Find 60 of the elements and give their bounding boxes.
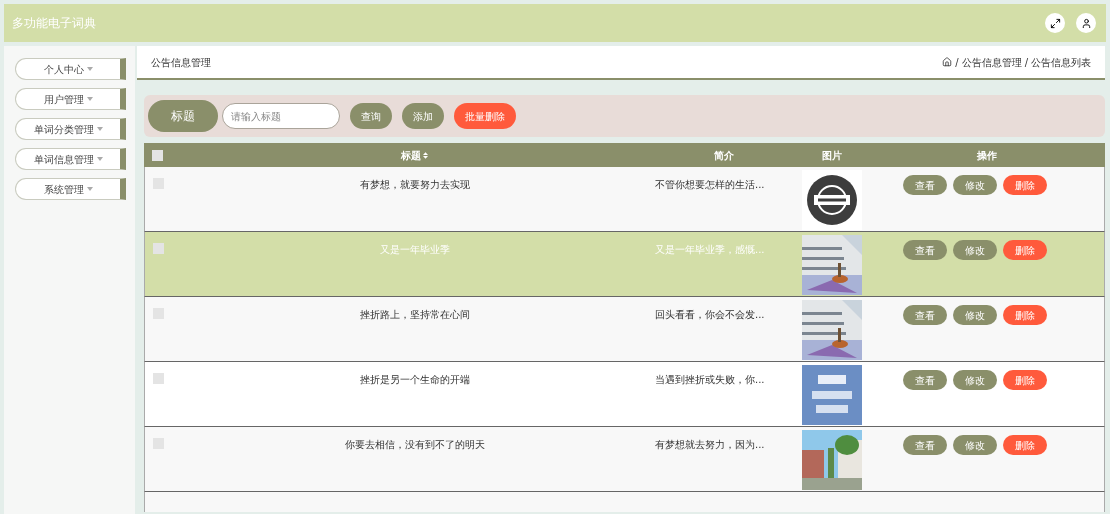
delete-button[interactable]: 删除 xyxy=(1003,435,1047,455)
sidebar-item[interactable]: 个人中心 xyxy=(15,58,126,80)
home-icon[interactable] xyxy=(942,57,953,67)
sidebar-item[interactable]: 系统管理 xyxy=(15,178,126,200)
column-header: 简介 xyxy=(714,148,734,163)
action-button[interactable]: 修改 xyxy=(953,370,997,390)
table-row[interactable]: 有梦想，就要努力去实现 不管你想要怎样的生活... 查看 修改 删除 xyxy=(144,167,1105,232)
caret-icon xyxy=(86,67,93,71)
action-button[interactable]: 查看 xyxy=(903,435,947,455)
breadcrumb-separator: / xyxy=(955,55,959,70)
action-button[interactable]: 修改 xyxy=(953,240,997,260)
batch-delete-button[interactable]: 批量删除 xyxy=(454,103,516,129)
breadcrumb-separator: / xyxy=(1024,55,1028,70)
table-row[interactable]: 你要去相信，没有到不了的明天 有梦想就去努力，因为... 查看 修改 删除 xyxy=(144,427,1105,492)
search-label: 标题 xyxy=(148,100,218,132)
action-button[interactable]: 查看 xyxy=(903,240,947,260)
checkbox[interactable] xyxy=(153,373,164,384)
sort-icon[interactable] xyxy=(422,151,428,159)
sidebar-item[interactable]: 用户管理 xyxy=(15,88,126,110)
column-header: 操作 xyxy=(977,148,997,163)
table-cell-text: 不管你想要怎样的生活... xyxy=(655,178,766,192)
delete-button[interactable]: 删除 xyxy=(1003,175,1047,195)
action-button[interactable]: 查看 xyxy=(903,370,947,390)
delete-button[interactable]: 删除 xyxy=(1003,240,1047,260)
action-button[interactable]: 查看 xyxy=(903,175,947,195)
search-action-button[interactable]: 查询 xyxy=(350,103,392,129)
caret-icon xyxy=(86,97,93,101)
checkbox[interactable] xyxy=(152,149,163,161)
caret-icon xyxy=(86,187,93,191)
table-row[interactable]: 挫折是另一个生命的开端 当遇到挫折或失败，你... 查看 修改 删除 xyxy=(144,362,1105,427)
table-cell-text: 有梦想就去努力，因为... xyxy=(655,438,766,452)
breadcrumb-item[interactable]: 公告信息管理 xyxy=(961,54,1022,70)
breadcrumb-item[interactable]: 公告信息列表 xyxy=(1031,54,1091,70)
table-row[interactable] xyxy=(144,492,1105,512)
table-cell-text: 当遇到挫折或失败，你... xyxy=(655,373,766,387)
table-cell-text: 有梦想，就要努力去实现 xyxy=(360,178,470,192)
table-cell-text: 你要去相信，没有到不了的明天 xyxy=(345,438,485,452)
delete-button[interactable]: 删除 xyxy=(1003,370,1047,390)
table-cell-text: 回头看看，你会不会发... xyxy=(655,308,766,322)
sidebar-item[interactable]: 单词分类管理 xyxy=(15,118,126,140)
delete-button[interactable]: 删除 xyxy=(1003,305,1047,325)
action-button[interactable]: 修改 xyxy=(953,305,997,325)
column-header: 图片 xyxy=(821,148,842,163)
column-header[interactable]: 标题 xyxy=(400,147,428,163)
caret-icon xyxy=(96,127,103,131)
checkbox[interactable] xyxy=(153,243,164,254)
search-action-button[interactable]: 添加 xyxy=(402,103,444,129)
action-button[interactable]: 修改 xyxy=(953,175,997,195)
fullscreen-icon[interactable] xyxy=(1045,13,1065,33)
action-button[interactable]: 查看 xyxy=(903,305,947,325)
app-title: 多功能电子词典 xyxy=(12,15,96,32)
table-cell-text: 挫折是另一个生命的开端 xyxy=(360,373,470,387)
sidebar-item[interactable]: 单词信息管理 xyxy=(15,148,126,170)
user-icon[interactable] xyxy=(1076,13,1096,33)
table-row[interactable]: 挫折路上，坚持常在心间 回头看看，你会不会发... 查看 修改 删除 xyxy=(144,297,1105,362)
page-title: 公告信息管理 xyxy=(151,55,211,70)
action-button[interactable]: 修改 xyxy=(953,435,997,455)
search-field[interactable]: 请输入标题 xyxy=(222,103,340,129)
caret-icon xyxy=(96,157,103,161)
table-cell-text: 挫折路上，坚持常在心间 xyxy=(360,308,470,322)
